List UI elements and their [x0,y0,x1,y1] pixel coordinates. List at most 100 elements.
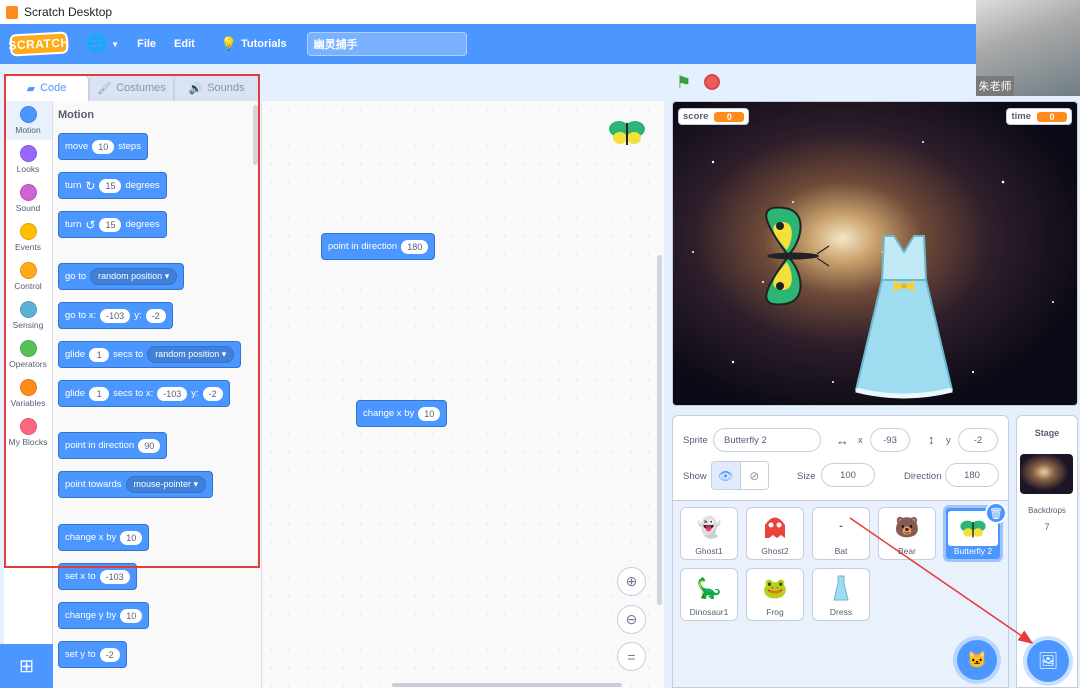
block-set-y[interactable]: set y to -2 [58,641,127,668]
script-block-change-x[interactable]: change x by 10 [356,400,448,427]
stage-canvas[interactable]: score 0 time 0 [672,101,1078,406]
block-input[interactable]: -103 [157,386,188,401]
block-input[interactable]: 10 [92,139,115,154]
block-turn-left[interactable]: turn ↺ 15 degrees [58,211,167,238]
eye-icon: 👁 [718,468,734,483]
block-input[interactable]: 10 [120,608,143,623]
size-input[interactable]: 100 [821,463,875,487]
project-title-input[interactable]: 幽灵捕手 [306,32,467,56]
block-point-towards[interactable]: point towards mouse-pointer ▾ [58,471,214,498]
y-position-input[interactable]: -2 [958,428,998,452]
block-input[interactable]: 15 [99,178,122,193]
delete-sprite-button[interactable]: 🗑 [985,502,1007,524]
block-input[interactable]: 1 [89,386,110,401]
block-input[interactable]: -103 [100,308,131,323]
block-text: move [65,141,89,152]
sprite-tile-ghost1[interactable]: 👻 Ghost1 [680,507,738,560]
block-point-in-direction[interactable]: point in direction 90 [58,432,168,459]
scratch-logo[interactable]: SCRATCH [8,31,70,57]
sprite-tile-dress[interactable]: Dress [812,568,870,621]
block-move[interactable]: move 10 steps [58,133,148,160]
block-change-x[interactable]: change x by 10 [58,524,150,551]
category-my-blocks[interactable]: My Blocks [4,413,52,452]
script-horizontal-scrollbar[interactable] [392,683,622,687]
score-monitor[interactable]: score 0 [678,108,750,125]
tutorials-menu[interactable]: 💡 Tutorials [221,36,287,52]
zoom-out-button[interactable]: ⊖ [617,605,646,634]
direction-input[interactable]: 180 [945,463,999,487]
block-go-to-xy[interactable]: go to x: -103 y: -2 [58,302,173,329]
time-monitor[interactable]: time 0 [1006,108,1072,125]
block-dropdown[interactable]: random position ▾ [90,268,178,285]
hide-sprite-button[interactable]: ⊘ [740,462,768,489]
category-control[interactable]: Control [4,257,52,296]
butterfly-icon [765,206,830,306]
category-variables[interactable]: Variables [4,374,52,413]
show-sprite-button[interactable]: 👁 [712,462,741,489]
backdrop-thumbnail[interactable] [1020,454,1073,494]
language-menu[interactable]: 🌐 ▼ [86,34,119,54]
category-motion[interactable]: Motion [4,101,52,140]
frog-icon: 🐸 [762,577,788,600]
block-turn-right[interactable]: turn ↻ 15 degrees [58,172,167,199]
sprite-tile-frog[interactable]: 🐸 Frog [746,568,804,621]
block-glide-to[interactable]: glide 1 secs to random position ▾ [58,341,242,368]
category-looks[interactable]: Looks [4,140,52,179]
block-input[interactable]: 10 [120,530,143,545]
block-input[interactable]: -2 [202,386,223,401]
block-input[interactable]: -103 [99,569,130,584]
sprite-tile-bat[interactable]: ⁃ Bat [812,507,870,560]
tab-costumes[interactable]: 🖌 Costumes [89,74,174,101]
script-area[interactable]: point in direction 180 change x by 10 ⊕ … [262,101,664,688]
block-input[interactable]: 15 [99,217,122,232]
block-go-to[interactable]: go to random position ▾ [58,263,185,290]
script-vertical-scrollbar[interactable] [657,255,662,605]
block-input[interactable]: 10 [418,406,441,421]
app-icon [6,5,18,19]
block-glide-xy[interactable]: glide 1 secs to x: -103 y: -2 [58,380,230,407]
block-input[interactable]: -2 [99,647,120,662]
tab-costumes-label: Costumes [116,82,166,94]
visibility-toggle: 👁 ⊘ [711,461,769,490]
dress-sprite[interactable] [854,230,954,403]
choose-backdrop-button[interactable]: 🖼 [1027,640,1069,682]
block-input[interactable]: 180 [401,239,429,254]
sprite-tile-bear[interactable]: 🐻 Bear [878,507,936,560]
block-set-x[interactable]: set x to -103 [58,563,137,590]
code-icon: ▰ [26,82,36,95]
webcam-name-label: 朱老师 [976,76,1014,96]
block-input[interactable]: -2 [145,308,166,323]
choose-sprite-button[interactable]: 🐱 [957,640,997,680]
category-operators[interactable]: Operators [4,335,52,374]
block-dropdown[interactable]: random position ▾ [147,346,235,363]
stop-button[interactable] [704,74,720,90]
sprite-tile-ghost2[interactable]: Ghost2 [746,507,804,560]
category-label: Sensing [12,320,44,330]
sprite-name-input[interactable]: Butterfly 2 [713,428,821,452]
script-block-point-in-direction[interactable]: point in direction 180 [321,233,436,260]
butterfly-sprite[interactable] [755,204,831,311]
rotate-left-icon: ↺ [85,217,96,232]
zoom-in-button[interactable]: ⊕ [617,567,646,596]
category-sensing[interactable]: Sensing [4,296,52,335]
category-events[interactable]: Events [4,218,52,257]
edit-menu[interactable]: Edit [174,38,195,50]
category-sound[interactable]: Sound [4,179,52,218]
block-change-y[interactable]: change y by 10 [58,602,150,629]
add-extension-button[interactable]: ⊞ [0,644,53,688]
green-flag-button[interactable]: ⚑ [676,73,691,93]
block-text: point in direction [65,440,135,451]
block-dropdown[interactable]: mouse-pointer ▾ [125,476,207,493]
tab-sounds[interactable]: 🔊 Sounds [174,74,259,101]
palette-scrollbar[interactable] [253,105,258,165]
x-position-input[interactable]: -93 [870,428,910,452]
zoom-reset-button[interactable]: = [617,642,646,671]
block-text: y: [134,310,142,321]
sprite-tile-dinosaur1[interactable]: 🦕 Dinosaur1 [680,568,738,621]
events-dot-icon [19,223,37,240]
block-text: secs to x: [113,388,154,399]
block-input[interactable]: 90 [138,438,161,453]
tab-code[interactable]: ▰ Code [4,74,89,101]
file-menu[interactable]: File [137,38,156,50]
block-input[interactable]: 1 [89,347,110,362]
